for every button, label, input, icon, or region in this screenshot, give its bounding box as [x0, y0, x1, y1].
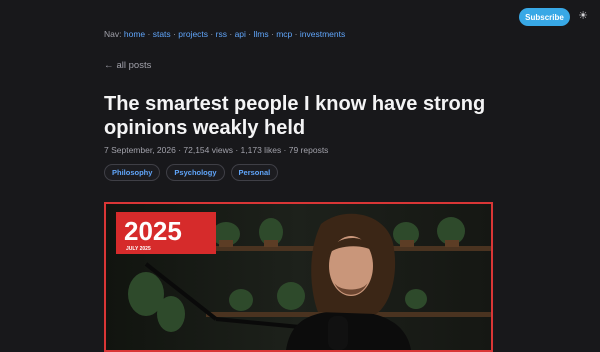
microphone [328, 316, 348, 350]
tag-list: Philosophy Psychology Personal [104, 164, 279, 181]
tag-psychology[interactable]: Psychology [166, 164, 225, 181]
post-meta: 7 September, 2026 · 72,154 views · 1,173… [104, 145, 329, 155]
hero-image: 2025 JULY 2025 [104, 202, 493, 352]
back-to-all-posts-link[interactable]: ← all posts [104, 60, 151, 71]
nav-separator: · [248, 29, 252, 39]
nav-separator: · [294, 29, 298, 39]
nav-link-projects[interactable]: projects [178, 29, 208, 39]
top-nav: Nav: home · stats · projects · rss · api… [104, 29, 345, 39]
back-link-label: all posts [116, 60, 152, 71]
arrow-left-icon: ← [104, 60, 114, 71]
nav-separator: · [173, 29, 176, 39]
tag-personal[interactable]: Personal [230, 164, 279, 181]
nav-link-mcp[interactable]: mcp [276, 29, 292, 39]
hero-illustration: 2025 JULY 2025 [106, 204, 491, 350]
post-title: The smartest people I know have strong o… [104, 93, 486, 139]
sun-icon[interactable]: ☀ [576, 9, 590, 23]
nav-link-stats[interactable]: stats [153, 29, 171, 39]
tag-philosophy[interactable]: Philosophy [104, 164, 161, 181]
nav-link-api[interactable]: api [235, 29, 246, 39]
nav-prefix: Nav: [104, 29, 122, 39]
nav-link-rss[interactable]: rss [216, 29, 227, 39]
nav-separator: · [210, 29, 214, 39]
subscribe-button[interactable]: Subscribe [519, 8, 570, 26]
badge-year: 2025 [124, 216, 182, 246]
nav-separator: · [270, 29, 274, 39]
nav-separator: · [229, 29, 233, 39]
nav-link-investments[interactable]: investments [300, 29, 345, 39]
nav-link-llms[interactable]: llms [254, 29, 269, 39]
badge-month: JULY 2025 [126, 246, 151, 252]
nav-separator: · [147, 29, 151, 39]
nav-link-home[interactable]: home [124, 29, 145, 39]
